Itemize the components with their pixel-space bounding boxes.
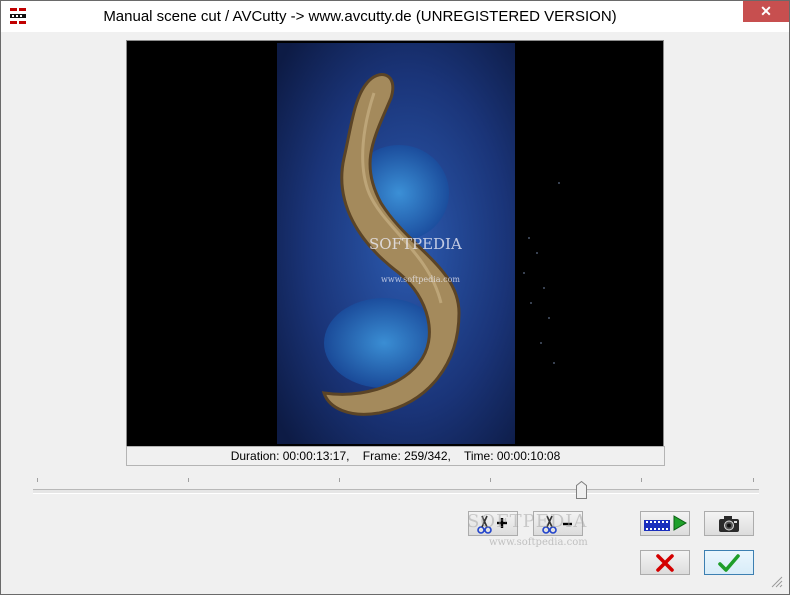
slider-track[interactable] [33, 489, 759, 494]
title-bar[interactable]: Manual scene cut / AVCutty -> www.avcutt… [1, 1, 789, 32]
app-icon[interactable] [9, 7, 27, 25]
video-preview: SOFTPEDIA www.softpedia.com [126, 40, 664, 447]
frame-slider[interactable] [31, 474, 759, 502]
slider-tick [753, 478, 754, 482]
slider-tick [37, 478, 38, 482]
frame-info-bar: Duration: 00:00:13:17, Frame: 259/342, T… [126, 446, 665, 466]
slider-thumb[interactable] [576, 481, 587, 499]
slider-tick [339, 478, 340, 482]
green-check-icon [718, 553, 740, 572]
window-title: Manual scene cut / AVCutty -> www.avcutt… [103, 8, 617, 25]
camera-icon [719, 515, 739, 532]
slider-tick [490, 478, 491, 482]
play-button[interactable] [640, 511, 690, 536]
softpedia-overlay-url: www.softpedia.com [489, 537, 588, 548]
close-window-button[interactable]: ✕ [743, 1, 789, 22]
softpedia-overlay-watermark: SOFTPEDIA [467, 511, 588, 532]
film-play-icon [644, 514, 687, 531]
red-x-icon [656, 553, 674, 572]
softpedia-watermark: SOFTPEDIA [369, 235, 462, 253]
softpedia-url-watermark: www.softpedia.com [381, 275, 460, 284]
ok-button[interactable] [704, 550, 754, 575]
video-image: SOFTPEDIA www.softpedia.com [129, 43, 661, 444]
resize-grip-icon[interactable] [769, 574, 783, 588]
slider-tick [188, 478, 189, 482]
snapshot-button[interactable] [704, 511, 754, 536]
cancel-button[interactable] [640, 550, 690, 575]
slider-tick [641, 478, 642, 482]
manual-scene-cut-window: Manual scene cut / AVCutty -> www.avcutt… [0, 0, 790, 595]
